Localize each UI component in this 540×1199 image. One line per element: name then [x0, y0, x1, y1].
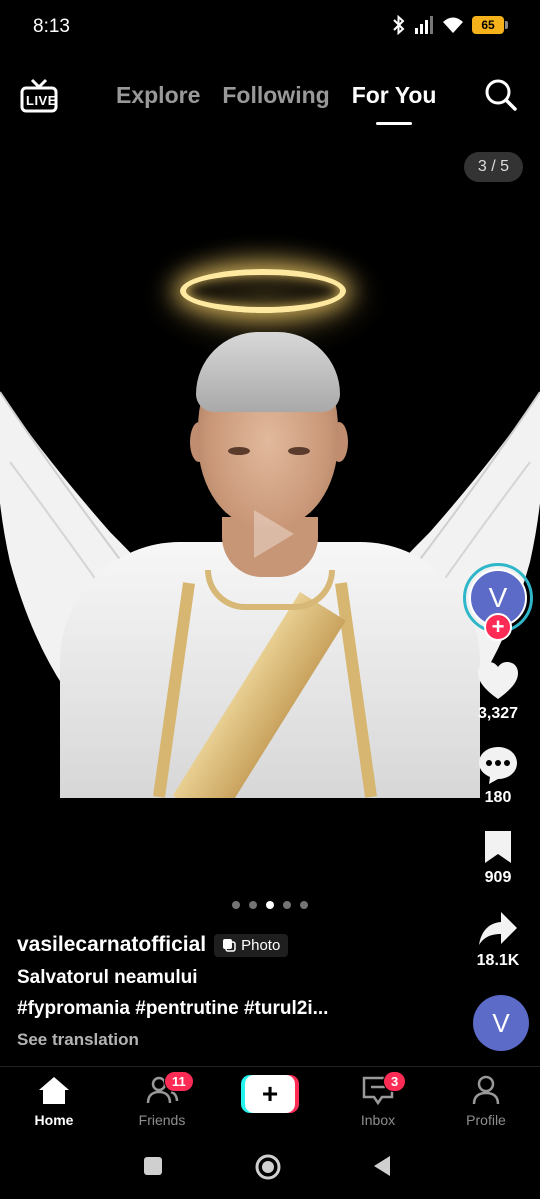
- nav-friends-label: Friends: [138, 1112, 186, 1128]
- eye-image: [228, 447, 250, 455]
- like-button[interactable]: 3,327: [468, 661, 528, 723]
- nav-profile-label: Profile: [466, 1112, 506, 1128]
- inbox-badge: 3: [383, 1071, 407, 1092]
- tab-for-you[interactable]: For You: [352, 82, 436, 125]
- system-nav-bar: [0, 1136, 540, 1199]
- status-time: 8:13: [33, 16, 70, 37]
- plus-icon: +: [245, 1075, 295, 1113]
- carousel-dot-active[interactable]: [266, 901, 274, 909]
- nav-friends[interactable]: 11 Friends: [117, 1071, 207, 1128]
- nav-home-label: Home: [34, 1112, 74, 1128]
- play-icon[interactable]: [240, 504, 300, 564]
- photo-badge-label: Photo: [241, 936, 281, 954]
- save-count: 909: [484, 869, 512, 886]
- carousel-dot[interactable]: [300, 901, 308, 909]
- sound-avatar[interactable]: V: [473, 995, 529, 1051]
- save-button[interactable]: 909: [468, 829, 528, 887]
- follow-button[interactable]: +: [484, 613, 512, 641]
- live-label: LIVE: [26, 93, 57, 108]
- search-button[interactable]: [484, 78, 518, 112]
- carousel-counter: 3 / 5: [463, 152, 523, 182]
- photo-icon: [223, 939, 236, 952]
- see-translation-link[interactable]: See translation: [17, 1030, 457, 1050]
- recents-icon[interactable]: [143, 1156, 163, 1176]
- photo-badge: Photo: [214, 933, 289, 957]
- share-button[interactable]: 18.1K: [468, 910, 528, 970]
- battery-level: 65: [481, 18, 495, 32]
- carousel-dots: [232, 901, 308, 909]
- home-circle-icon[interactable]: [254, 1153, 282, 1181]
- eye-image: [288, 447, 310, 455]
- nav-inbox[interactable]: 3 Inbox: [333, 1071, 423, 1128]
- live-button[interactable]: LIVE: [20, 78, 58, 114]
- comment-count: 180: [484, 789, 512, 806]
- like-count: 3,327: [477, 705, 519, 722]
- comment-icon: [479, 747, 517, 784]
- status-bar: 8:13 65: [0, 0, 540, 54]
- username-row: vasilecarnatofficial Photo: [17, 933, 457, 957]
- heart-icon: [478, 662, 518, 699]
- profile-icon: [472, 1075, 500, 1105]
- friends-badge: 11: [164, 1071, 194, 1092]
- back-icon[interactable]: [372, 1155, 392, 1177]
- nav-inbox-label: Inbox: [360, 1112, 396, 1128]
- status-icons: 65: [392, 15, 508, 35]
- carousel-dot[interactable]: [283, 901, 291, 909]
- tab-explore[interactable]: Explore: [116, 82, 200, 109]
- post-caption: vasilecarnatofficial Photo Salvatorul ne…: [17, 933, 457, 1050]
- post-title: Salvatorul neamului: [17, 967, 198, 988]
- comment-button[interactable]: 180: [468, 745, 528, 807]
- post-photo[interactable]: [0, 232, 540, 798]
- share-count: 18.1K: [476, 952, 520, 969]
- create-button[interactable]: +: [241, 1075, 299, 1113]
- nav-profile[interactable]: Profile: [441, 1075, 531, 1128]
- top-nav: LIVE Explore Following For You: [0, 70, 540, 130]
- nav-home[interactable]: Home: [9, 1075, 99, 1128]
- share-icon: [479, 912, 517, 945]
- feed-tabs: Explore Following For You: [116, 82, 436, 125]
- battery-icon: 65: [472, 16, 508, 34]
- bookmark-icon: [485, 831, 511, 863]
- halo-image: [180, 269, 346, 313]
- tab-following[interactable]: Following: [222, 82, 329, 109]
- collar-image: [205, 570, 335, 610]
- username[interactable]: vasilecarnatofficial: [17, 933, 206, 957]
- post-hashtags[interactable]: #fypromania #pentrutine #turul2i...: [17, 998, 457, 1020]
- home-icon: [39, 1077, 69, 1104]
- signal-icon: [415, 16, 433, 34]
- search-icon: [485, 79, 517, 111]
- carousel-dot[interactable]: [232, 901, 240, 909]
- carousel-dot[interactable]: [249, 901, 257, 909]
- wifi-icon: [443, 17, 463, 33]
- bluetooth-icon: [393, 15, 405, 35]
